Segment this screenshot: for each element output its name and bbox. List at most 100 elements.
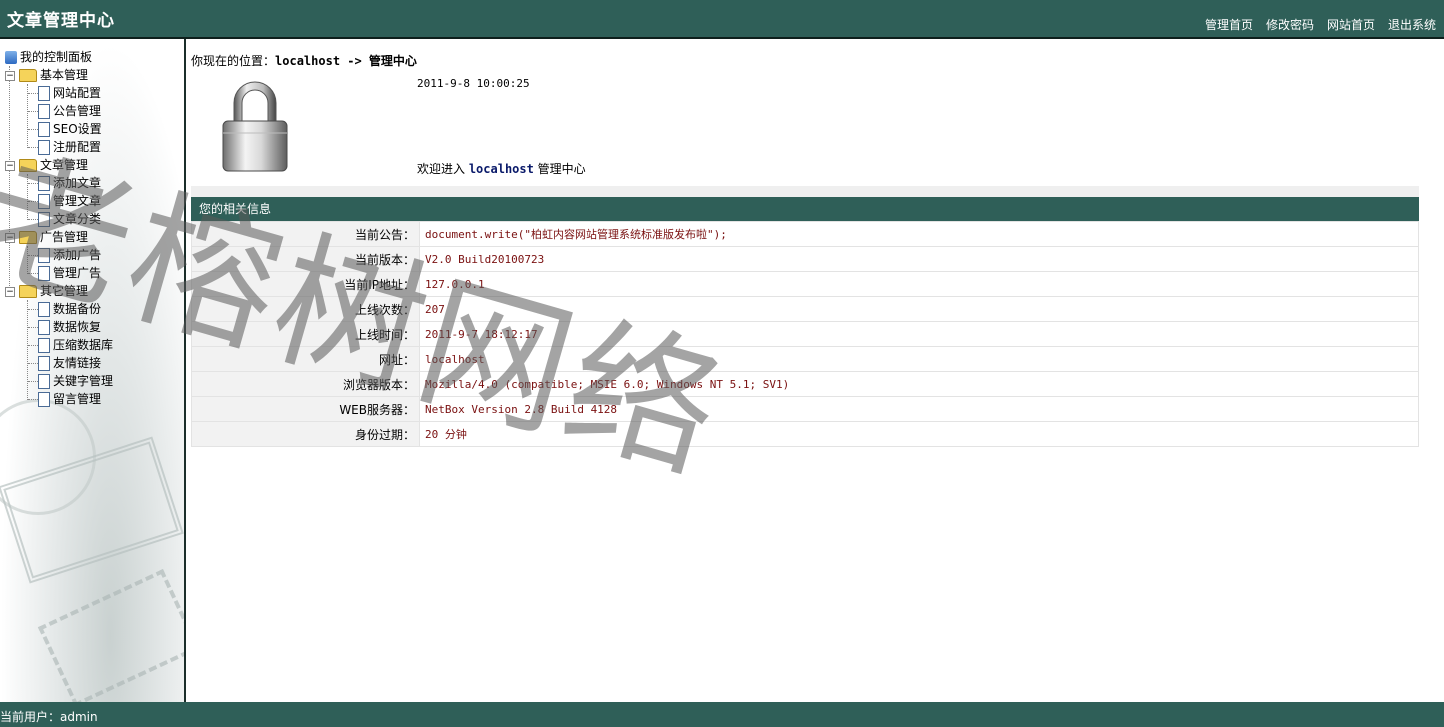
page-icon — [38, 248, 50, 263]
page-icon — [38, 374, 50, 389]
tree-group-label: 广告管理 — [40, 230, 89, 244]
welcome-site: localhost — [468, 162, 534, 176]
tree-group-label: 文章管理 — [40, 158, 89, 172]
page-icon — [38, 302, 50, 317]
info-header: 您的相关信息 — [191, 197, 1419, 221]
tree-group-label: 基本管理 — [40, 68, 89, 82]
tree-item-label: 管理广告 — [53, 266, 102, 280]
control-panel-icon — [5, 51, 17, 64]
table-row: WEB服务器： NetBox Version 2.8 Build 4128 — [191, 396, 1419, 422]
tree-item-label: 压缩数据库 — [53, 338, 114, 352]
breadcrumb-path: localhost -> 管理中心 — [275, 54, 417, 68]
tree-group-articles[interactable]: − 文章管理 — [5, 156, 88, 174]
info-key: 身份过期： — [191, 421, 420, 447]
tree-item-label: 注册配置 — [53, 140, 102, 154]
table-row: 当前版本： V2.0 Build20100723 — [191, 246, 1419, 272]
status-bar: 当前用户：admin — [0, 702, 1444, 727]
page-icon — [38, 266, 50, 281]
tree-group-basic[interactable]: − 基本管理 — [5, 66, 88, 84]
tree-item-label: 关键字管理 — [53, 374, 114, 388]
tree-item-restore[interactable]: 数据恢复 — [38, 318, 101, 336]
tree-item-label: 留言管理 — [53, 392, 102, 406]
sidebar-root[interactable]: 我的控制面板 — [5, 48, 92, 66]
collapse-icon[interactable]: − — [5, 70, 15, 81]
tree-item-article-category[interactable]: 文章分类 — [38, 210, 101, 228]
page-icon — [38, 140, 50, 155]
page-icon — [38, 320, 50, 335]
tree-item-guestbook[interactable]: 留言管理 — [38, 390, 101, 408]
info-spacer — [191, 186, 1419, 197]
table-row: 当前IP地址： 127.0.0.1 — [191, 271, 1419, 297]
info-value: 127.0.0.1 — [419, 271, 1419, 297]
tree-item-seo[interactable]: SEO设置 — [38, 120, 102, 138]
tree-group-ads[interactable]: − 广告管理 — [5, 228, 88, 246]
nav-change-password-link[interactable]: 修改密码 — [1266, 16, 1314, 33]
folder-open-icon — [19, 231, 37, 244]
info-key: 网址： — [191, 346, 420, 372]
info-value: document.write("柏虹内容网站管理系统标准版发布啦"); — [419, 221, 1419, 247]
table-row: 当前公告： document.write("柏虹内容网站管理系统标准版发布啦"); — [191, 221, 1419, 247]
info-key: 当前版本： — [191, 246, 420, 272]
info-key: 当前IP地址： — [191, 271, 420, 297]
info-value: localhost — [419, 346, 1419, 372]
nav-logout-link[interactable]: 退出系统 — [1388, 16, 1436, 33]
tree-item-register-config[interactable]: 注册配置 — [38, 138, 101, 156]
tree-item-label: SEO设置 — [53, 122, 102, 136]
folder-open-icon — [19, 69, 37, 82]
collapse-icon[interactable]: − — [5, 286, 15, 297]
tree-item-compact-db[interactable]: 压缩数据库 — [38, 336, 113, 354]
page-icon — [38, 356, 50, 371]
info-value: 207 — [419, 296, 1419, 322]
table-row: 网址： localhost — [191, 346, 1419, 372]
collapse-icon[interactable]: − — [5, 232, 15, 243]
info-value: 2011-9-7 18:12:17 — [419, 321, 1419, 347]
tree-item-add-article[interactable]: 添加文章 — [38, 174, 101, 192]
tree-group-other[interactable]: − 其它管理 — [5, 282, 88, 300]
tree-item-add-ad[interactable]: 添加广告 — [38, 246, 101, 264]
tree-item-manage-articles[interactable]: 管理文章 — [38, 192, 101, 210]
folder-open-icon — [19, 159, 37, 172]
welcome-suffix: 管理中心 — [533, 162, 586, 176]
padlock-icon — [222, 81, 288, 172]
decorative-stamp — [37, 568, 184, 702]
breadcrumb: 你现在的位置：localhost -> 管理中心 — [191, 52, 417, 69]
info-key: WEB服务器： — [191, 396, 420, 422]
table-row: 上线时间： 2011-9-7 18:12:17 — [191, 321, 1419, 347]
nav-site-home-link[interactable]: 网站首页 — [1327, 16, 1375, 33]
info-table: 当前公告： document.write("柏虹内容网站管理系统标准版发布啦");… — [191, 221, 1419, 447]
info-value: V2.0 Build20100723 — [419, 246, 1419, 272]
tree-item-label: 公告管理 — [53, 104, 102, 118]
tree-item-label: 网站配置 — [53, 86, 102, 100]
top-nav: 管理首页 修改密码 网站首页 退出系统 — [1205, 16, 1436, 33]
page-icon — [38, 104, 50, 119]
tree-item-notice[interactable]: 公告管理 — [38, 102, 101, 120]
tree-item-label: 友情链接 — [53, 356, 102, 370]
tree-item-backup[interactable]: 数据备份 — [38, 300, 101, 318]
top-header-bar: 文章管理中心 管理首页 修改密码 网站首页 退出系统 — [0, 0, 1444, 39]
tree-item-label: 文章分类 — [53, 212, 102, 226]
page-icon — [38, 122, 50, 137]
table-row: 上线次数： 207 — [191, 296, 1419, 322]
sidebar-root-label: 我的控制面板 — [20, 50, 93, 64]
info-key: 上线次数： — [191, 296, 420, 322]
nav-admin-home-link[interactable]: 管理首页 — [1205, 16, 1253, 33]
main-content: 你现在的位置：localhost -> 管理中心 2011-9-8 10:00:… — [186, 39, 1444, 702]
welcome-message: 欢迎进入 localhost 管理中心 — [417, 160, 586, 177]
info-key: 上线时间： — [191, 321, 420, 347]
tree-item-friend-links[interactable]: 友情链接 — [38, 354, 101, 372]
page-icon — [38, 176, 50, 191]
table-row: 身份过期： 20 分钟 — [191, 421, 1419, 447]
breadcrumb-prefix: 你现在的位置： — [191, 54, 276, 68]
tree-item-label: 数据备份 — [53, 302, 102, 316]
welcome-prefix: 欢迎进入 — [417, 162, 469, 176]
tree-item-manage-ads[interactable]: 管理广告 — [38, 264, 101, 282]
collapse-icon[interactable]: − — [5, 160, 15, 171]
info-value: NetBox Version 2.8 Build 4128 — [419, 396, 1419, 422]
tree-item-label: 数据恢复 — [53, 320, 102, 334]
tree-item-site-config[interactable]: 网站配置 — [38, 84, 101, 102]
app-title: 文章管理中心 — [7, 11, 115, 31]
table-row: 浏览器版本： Mozilla/4.0 (compatible; MSIE 6.0;… — [191, 371, 1419, 397]
current-datetime: 2011-9-8 10:00:25 — [417, 77, 530, 90]
page-icon — [38, 194, 50, 209]
tree-item-keywords[interactable]: 关键字管理 — [38, 372, 113, 390]
